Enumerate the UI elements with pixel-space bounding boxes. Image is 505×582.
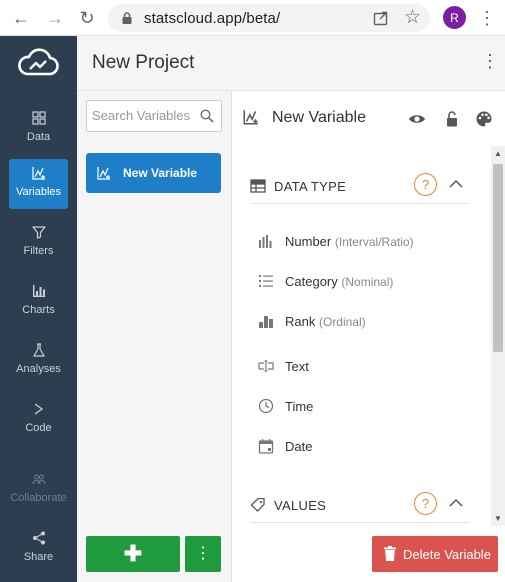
add-variable-button[interactable]: ✚ <box>86 536 180 572</box>
reload-icon[interactable]: ↻ <box>76 7 98 29</box>
trash-icon <box>384 546 396 561</box>
option-hint: (Ordinal) <box>318 315 366 329</box>
nav-item-share[interactable]: Share <box>9 524 68 574</box>
bookmark-star-icon[interactable]: ☆ <box>404 6 421 29</box>
nav-item-label: Charts <box>22 304 55 316</box>
variable-icon <box>97 167 110 180</box>
lock-icon <box>122 12 132 24</box>
share-icon <box>32 531 45 545</box>
nav-item-collaborate[interactable]: Collaborate <box>9 465 68 515</box>
profile-avatar[interactable]: R <box>443 6 466 29</box>
nav-item-label: Variables <box>15 186 62 198</box>
table-icon <box>250 179 266 193</box>
nav-item-label: Data <box>26 131 51 143</box>
variable-list-item-label: New Variable <box>123 166 198 180</box>
address-bar[interactable]: statscloud.app/beta/ ☆ <box>108 4 430 32</box>
nav-item-data[interactable]: Data <box>9 104 68 154</box>
share-page-icon[interactable] <box>372 9 390 27</box>
option-label: Date <box>285 439 313 454</box>
unlock-icon[interactable] <box>443 110 461 128</box>
option-hint: (Interval/Ratio) <box>334 235 414 249</box>
help-icon[interactable]: ? <box>414 173 437 196</box>
nav-item-label: Collaborate <box>10 492 67 504</box>
browser-toolbar: ← → ↻ statscloud.app/beta/ ☆ R ⋮ <box>0 0 505 36</box>
filter-icon <box>31 226 46 239</box>
people-icon <box>31 474 46 485</box>
option-label: Text <box>285 359 309 374</box>
nav-item-label: Share <box>23 551 54 563</box>
data-type-section-title: DATA TYPE <box>274 179 347 194</box>
variable-detail-header: New Variable <box>232 91 505 146</box>
option-label: Rank <box>285 314 316 329</box>
nav-item-label: Filters <box>23 245 54 257</box>
variable-options-button[interactable]: ⋮ <box>185 536 221 572</box>
bar-chart-icon <box>32 285 45 297</box>
nav-item-label: Code <box>25 422 52 434</box>
statscloud-logo-icon <box>18 48 59 76</box>
variable-name-title[interactable]: New Variable <box>272 109 366 127</box>
back-arrow-icon[interactable]: ← <box>10 7 32 29</box>
forward-arrow-icon[interactable]: → <box>44 7 66 29</box>
data-type-section-header[interactable]: DATA TYPE ? <box>250 166 470 204</box>
chevron-up-icon[interactable] <box>448 176 464 192</box>
rank-icon <box>259 316 273 328</box>
nav-item-label: Analyses <box>16 363 61 375</box>
nav-item-variables[interactable]: Variables <box>9 159 68 209</box>
vertical-scrollbar[interactable]: ▲ ▼ <box>491 146 505 526</box>
eye-icon[interactable] <box>408 110 426 128</box>
option-hint: (Nominal) <box>341 275 394 289</box>
project-menu-icon[interactable]: ⋮ <box>481 52 499 70</box>
variable-detail-pane: New Variable DATA TYPE ? Number (Interva… <box>232 91 505 582</box>
clock-icon <box>258 398 274 414</box>
delete-variable-button[interactable]: Delete Variable <box>372 536 498 572</box>
variable-icon <box>243 110 258 125</box>
help-icon[interactable]: ? <box>414 492 437 515</box>
palette-icon[interactable] <box>475 110 493 128</box>
variable-icon <box>31 167 45 180</box>
chevron-up-icon[interactable] <box>448 495 464 511</box>
delete-variable-label: Delete Variable <box>403 547 491 562</box>
variables-panel: New Variable ✚ ⋮ <box>77 91 232 582</box>
project-header: New Project ⋮ <box>77 36 505 91</box>
text-field-icon <box>258 360 274 372</box>
variable-settings-scroll-area[interactable]: DATA TYPE ? Number (Interval/Ratio) Cate… <box>232 146 491 582</box>
calendar-icon <box>258 439 274 454</box>
flask-icon <box>32 343 45 357</box>
scrollbar-thumb[interactable] <box>493 164 503 352</box>
values-section-header[interactable]: VALUES ? <box>250 485 470 523</box>
variable-search-box <box>86 100 222 132</box>
nav-item-charts[interactable]: Charts <box>9 277 68 327</box>
nav-item-code[interactable]: Code <box>9 395 68 445</box>
browser-menu-icon[interactable]: ⋮ <box>478 6 496 30</box>
scroll-up-arrow-icon[interactable]: ▲ <box>494 149 502 158</box>
list-icon <box>259 275 273 287</box>
tag-icon <box>250 498 265 512</box>
terminal-prompt-icon <box>34 403 43 415</box>
variable-list-item[interactable]: New Variable <box>86 153 221 193</box>
url-text: statscloud.app/beta/ <box>144 10 281 27</box>
bar-chart-icon <box>259 235 272 248</box>
scroll-down-arrow-icon[interactable]: ▼ <box>494 514 502 523</box>
project-title[interactable]: New Project <box>92 52 194 74</box>
option-label: Number <box>285 234 332 249</box>
nav-item-filters[interactable]: Filters <box>9 218 68 268</box>
variable-search-input[interactable] <box>92 108 197 123</box>
nav-item-analyses[interactable]: Analyses <box>9 336 68 386</box>
option-label: Category <box>285 274 338 289</box>
grid-icon <box>31 111 46 125</box>
search-icon[interactable] <box>199 108 215 124</box>
option-label: Time <box>285 399 314 414</box>
left-sidebar: Data Variables Filters Charts Analyses C… <box>0 36 77 582</box>
values-section-title: VALUES <box>274 498 327 513</box>
